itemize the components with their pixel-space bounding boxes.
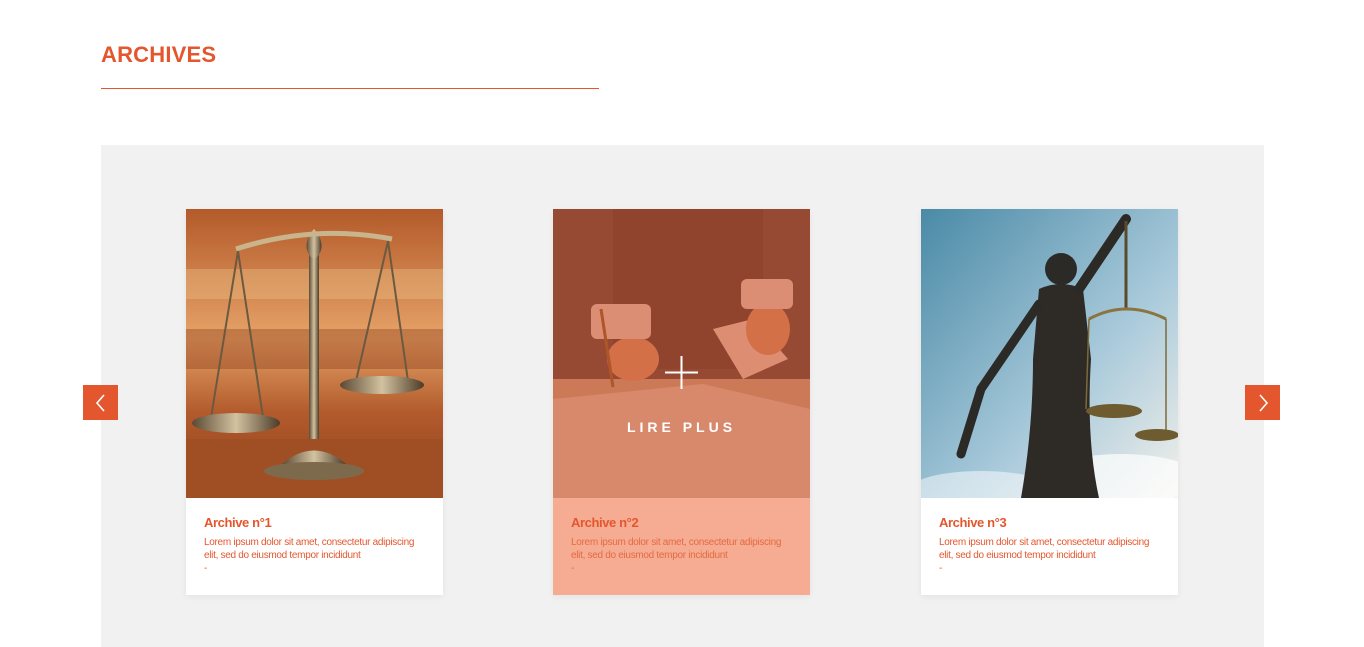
card-dash: - (204, 563, 208, 574)
card-excerpt: Lorem ipsum dolor sit amet, consectetur … (939, 537, 1150, 561)
title-divider (101, 88, 599, 89)
chevron-right-icon (1258, 393, 1268, 412)
read-more-link[interactable]: LIRE PLUS (553, 419, 810, 435)
archive-card-2[interactable]: LIRE PLUS Archive n°2 Lorem ipsum dolor … (553, 209, 810, 595)
card-title: Archive n°3 (939, 515, 1007, 530)
card-title: Archive n°1 (204, 515, 272, 530)
carousel-prev-button[interactable] (83, 385, 118, 420)
signing-documents-image: LIRE PLUS (553, 209, 810, 498)
plus-icon (665, 356, 698, 389)
archive-card-3[interactable]: Archive n°3 Lorem ipsum dolor sit amet, … (921, 209, 1178, 595)
card-hover-overlay (553, 209, 810, 498)
scales-of-justice-image (186, 209, 443, 498)
section-title: ARCHIVES (101, 42, 217, 67)
lady-justice-statue-image (921, 209, 1178, 498)
chevron-left-icon (95, 393, 105, 412)
card-dash: - (939, 563, 943, 574)
archive-card-1[interactable]: Archive n°1 Lorem ipsum dolor sit amet, … (186, 209, 443, 595)
card-title: Archive n°2 (571, 515, 639, 530)
card-excerpt: Lorem ipsum dolor sit amet, consectetur … (571, 537, 782, 561)
card-dash: - (571, 563, 575, 574)
card-excerpt: Lorem ipsum dolor sit amet, consectetur … (204, 537, 415, 561)
carousel-next-button[interactable] (1245, 385, 1280, 420)
